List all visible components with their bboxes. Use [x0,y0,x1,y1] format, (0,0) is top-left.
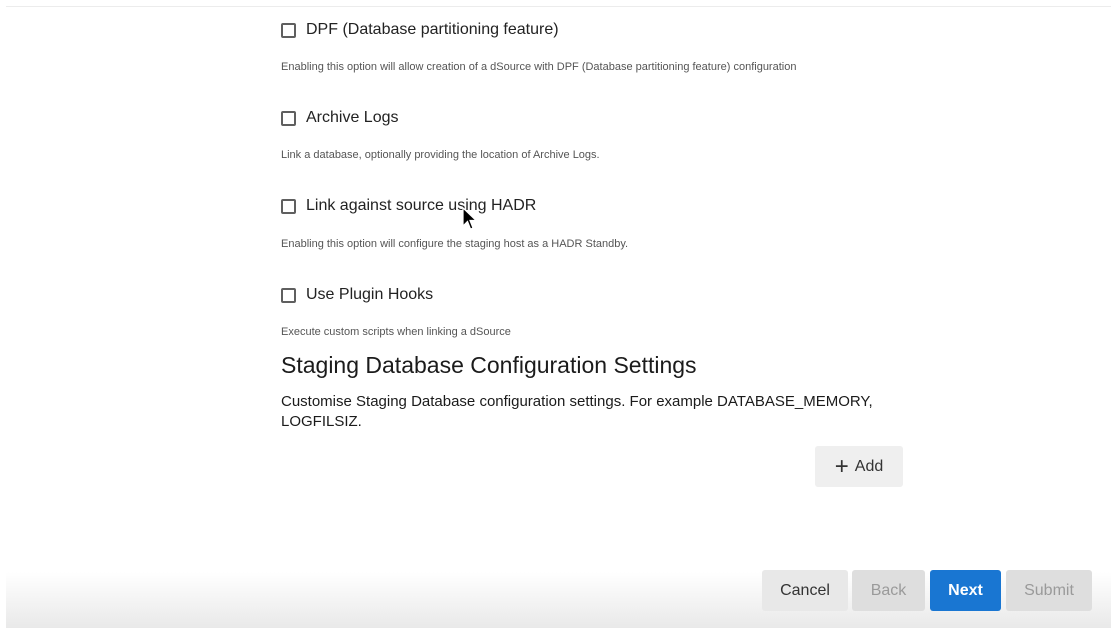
archive-logs-description: Link a database, optionally providing th… [281,149,600,161]
staging-section-description: Customise Staging Database configuration… [281,393,873,430]
submit-button[interactable]: Submit [1006,570,1092,611]
option-archive-logs: Archive Logs [281,106,399,130]
plugin-hooks-checkbox[interactable] [281,287,296,303]
option-row-plugin-hooks[interactable]: Use Plugin Hooks [281,283,433,307]
mouse-pointer-icon [462,207,478,230]
add-config-label: Add [854,457,884,475]
staging-section-title: Staging Database Configuration Settings [281,352,697,378]
next-button[interactable]: Next [930,570,1001,611]
back-button[interactable]: Back [852,570,925,611]
option-row-hadr[interactable]: Link against source using HADR [281,194,536,218]
wizard-page [6,6,1111,629]
hadr-checkbox[interactable] [281,198,296,214]
option-row-archive-logs[interactable]: Archive Logs [281,106,399,130]
option-plugin-hooks: Use Plugin Hooks [281,283,433,307]
cancel-button[interactable]: Cancel [762,570,848,611]
archive-logs-checkbox[interactable] [281,110,296,126]
option-dpf: DPF (Database partitioning feature) [281,18,559,42]
plus-icon: + [834,452,849,480]
dpf-label[interactable]: DPF (Database partitioning feature) [306,21,559,39]
archive-logs-label[interactable]: Archive Logs [306,109,399,127]
option-hadr: Link against source using HADR [281,194,536,218]
hadr-label[interactable]: Link against source using HADR [306,197,536,215]
plugin-hooks-label[interactable]: Use Plugin Hooks [306,286,433,304]
hadr-description: Enabling this option will configure the … [281,238,629,250]
dpf-checkbox[interactable] [281,22,296,38]
plugin-hooks-description: Execute custom scripts when linking a dS… [281,326,511,338]
option-row-dpf[interactable]: DPF (Database partitioning feature) [281,18,559,42]
add-config-button[interactable]: + Add [815,446,903,487]
dpf-description: Enabling this option will allow creation… [281,61,797,73]
